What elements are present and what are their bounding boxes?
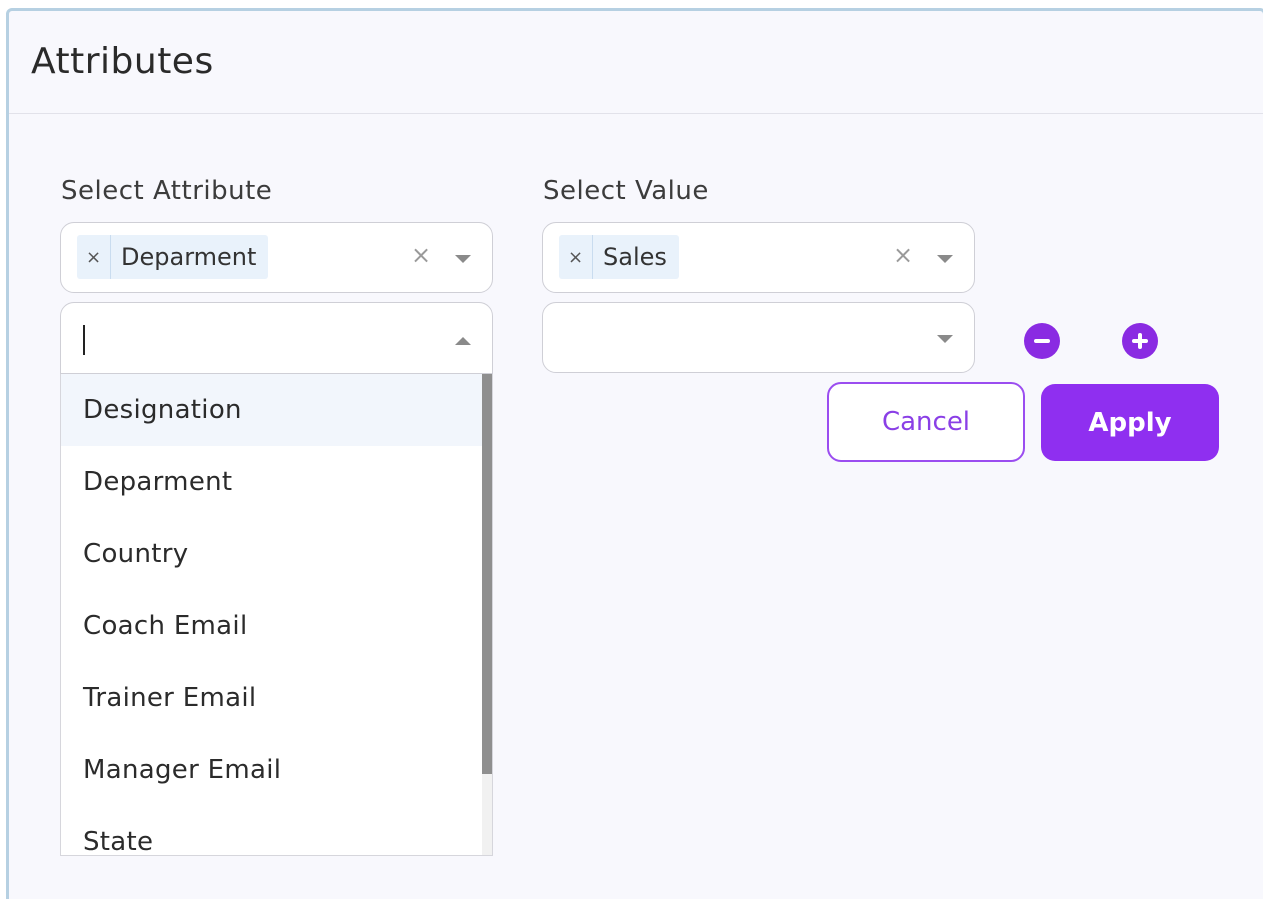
cancel-button[interactable]: Cancel <box>827 382 1025 462</box>
scrollbar-track[interactable] <box>482 374 492 855</box>
select-attribute-label: Select Attribute <box>61 176 273 206</box>
dropdown-option[interactable]: State <box>61 806 492 855</box>
minus-circle-icon[interactable] <box>1024 323 1060 359</box>
dropdown-option[interactable]: Manager Email <box>61 734 492 806</box>
chevron-down-icon[interactable] <box>937 255 953 263</box>
apply-button[interactable]: Apply <box>1041 384 1219 461</box>
chevron-down-icon[interactable] <box>455 255 471 263</box>
chip-remove-icon[interactable]: × <box>77 235 111 279</box>
value-chip: × Sales <box>559 235 679 279</box>
plus-circle-icon[interactable] <box>1122 323 1158 359</box>
value-chip-label: Sales <box>603 243 667 271</box>
select-value-label: Select Value <box>543 176 709 206</box>
attribute-chip-label: Deparment <box>121 243 257 271</box>
panel-title: Attributes <box>31 41 214 82</box>
minus-bar <box>1034 339 1050 343</box>
chevron-down-icon[interactable] <box>937 335 953 343</box>
value-select-empty[interactable] <box>542 302 975 373</box>
plus-bar-vertical <box>1138 333 1142 349</box>
chevron-up-icon[interactable] <box>455 337 471 345</box>
attribute-select[interactable]: × Deparment × <box>60 222 493 293</box>
attribute-search-input[interactable] <box>60 302 493 374</box>
clear-icon[interactable]: × <box>893 241 913 269</box>
scrollbar-thumb[interactable] <box>482 374 492 774</box>
text-cursor <box>83 325 85 355</box>
panel-header: Attributes <box>9 11 1263 114</box>
clear-icon[interactable]: × <box>411 241 431 269</box>
attribute-dropdown-list: Designation Deparment Country Coach Emai… <box>60 374 493 856</box>
value-select[interactable]: × Sales × <box>542 222 975 293</box>
dropdown-option[interactable]: Coach Email <box>61 590 492 662</box>
chip-remove-icon[interactable]: × <box>559 235 593 279</box>
dropdown-option[interactable]: Country <box>61 518 492 590</box>
dropdown-option[interactable]: Designation <box>61 374 492 446</box>
dropdown-option[interactable]: Deparment <box>61 446 492 518</box>
attribute-chip: × Deparment <box>77 235 269 279</box>
dropdown-option[interactable]: Trainer Email <box>61 662 492 734</box>
